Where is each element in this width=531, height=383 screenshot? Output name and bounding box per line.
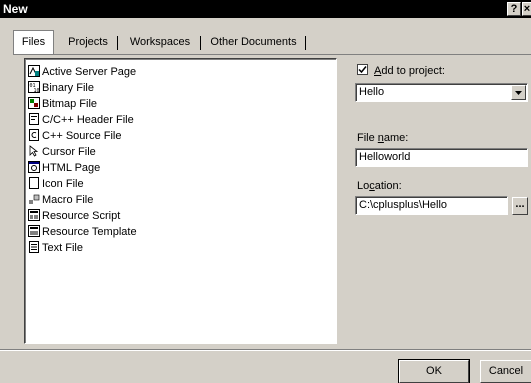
project-combo-value: Hello: [359, 86, 385, 98]
text-file-icon: [29, 241, 39, 253]
tab-divider: [117, 36, 118, 50]
list-item-label: Resource Script: [42, 210, 121, 222]
cpp-source-file-icon: [29, 129, 39, 141]
list-item[interactable]: Resource Script: [28, 208, 120, 224]
tab-divider: [305, 36, 306, 50]
file-type-list[interactable]: Active Server Page 01 10 Binary File Bitma…: [24, 58, 337, 344]
tab-divider: [200, 36, 201, 50]
resource-script-icon: [28, 209, 40, 221]
location-input[interactable]: C:\cplusplus\Hello: [355, 196, 508, 215]
list-item-label: C/C++ Header File: [42, 114, 134, 126]
list-item-label: Active Server Page: [42, 66, 137, 78]
macro-file-icon: [29, 194, 40, 204]
list-item-label: Binary File: [42, 82, 94, 94]
cursor-file-icon: [29, 145, 39, 157]
project-combo[interactable]: Hello: [355, 83, 528, 102]
add-to-project-checkbox[interactable]: [357, 64, 368, 75]
tab-projects-label: Projects: [68, 36, 108, 48]
list-item[interactable]: Bitmap File: [28, 96, 97, 112]
cancel-button[interactable]: Cancel: [480, 360, 531, 383]
asp-page-icon: [28, 65, 40, 77]
tab-workspaces[interactable]: Workspaces: [120, 31, 200, 55]
location-value: C:\cplusplus\Hello: [359, 199, 448, 211]
list-item[interactable]: Resource Template: [28, 224, 137, 240]
list-item-label: Text File: [42, 242, 83, 254]
list-item[interactable]: Macro File: [28, 192, 93, 208]
file-name-value: Helloworld: [359, 151, 411, 163]
window-title: New: [3, 2, 28, 16]
list-item[interactable]: Icon File: [28, 176, 84, 192]
list-item[interactable]: 01 10 Binary File: [28, 80, 94, 96]
tab-other-documents[interactable]: Other Documents: [202, 31, 305, 55]
html-page-icon: [28, 161, 40, 173]
add-to-project-label: Add to project:: [374, 65, 445, 77]
close-button[interactable]: ×: [522, 2, 531, 16]
list-item-label: Macro File: [42, 194, 94, 206]
file-name-label: File name:: [357, 132, 409, 144]
list-item[interactable]: HTML Page: [28, 160, 100, 176]
binary-file-icon: 0110: [28, 81, 40, 93]
list-item[interactable]: C/C++ Header File: [28, 112, 134, 128]
list-item-label: C++ Source File: [42, 130, 122, 142]
button-separator: [0, 349, 531, 351]
title-bar: New ? ×: [0, 0, 531, 18]
add-to-project-row[interactable]: Add to project:: [357, 64, 445, 78]
list-item-label: Cursor File: [42, 146, 96, 158]
browse-button[interactable]: ...: [512, 197, 528, 215]
list-item[interactable]: Active Server Page: [28, 64, 136, 80]
bitmap-file-icon: [28, 97, 40, 109]
tab-projects[interactable]: Projects: [58, 31, 118, 55]
tab-files-label: Files: [21, 36, 46, 48]
combo-dropdown-button[interactable]: [511, 85, 526, 100]
list-item-label: Icon File: [42, 178, 84, 190]
help-button[interactable]: ?: [507, 2, 521, 16]
icon-file-icon: [29, 177, 39, 189]
location-label: Location:: [357, 180, 402, 192]
list-item-label: HTML Page: [42, 162, 101, 174]
tab-other-documents-label: Other Documents: [210, 36, 297, 48]
tab-files[interactable]: Files: [13, 30, 54, 55]
list-item[interactable]: Text File: [28, 240, 83, 256]
list-item[interactable]: Cursor File: [28, 144, 96, 160]
header-file-icon: [29, 113, 39, 125]
resource-template-icon: [28, 225, 40, 237]
list-item-label: Bitmap File: [42, 98, 98, 110]
tab-panel-border: [13, 54, 531, 55]
ok-button[interactable]: OK: [398, 359, 470, 383]
svg-text:10: 10: [34, 88, 40, 93]
chevron-down-icon: [515, 91, 522, 95]
file-name-input[interactable]: Helloworld: [355, 148, 528, 167]
list-item-label: Resource Template: [42, 226, 137, 238]
tab-workspaces-label: Workspaces: [129, 36, 191, 48]
list-item[interactable]: C++ Source File: [28, 128, 121, 144]
